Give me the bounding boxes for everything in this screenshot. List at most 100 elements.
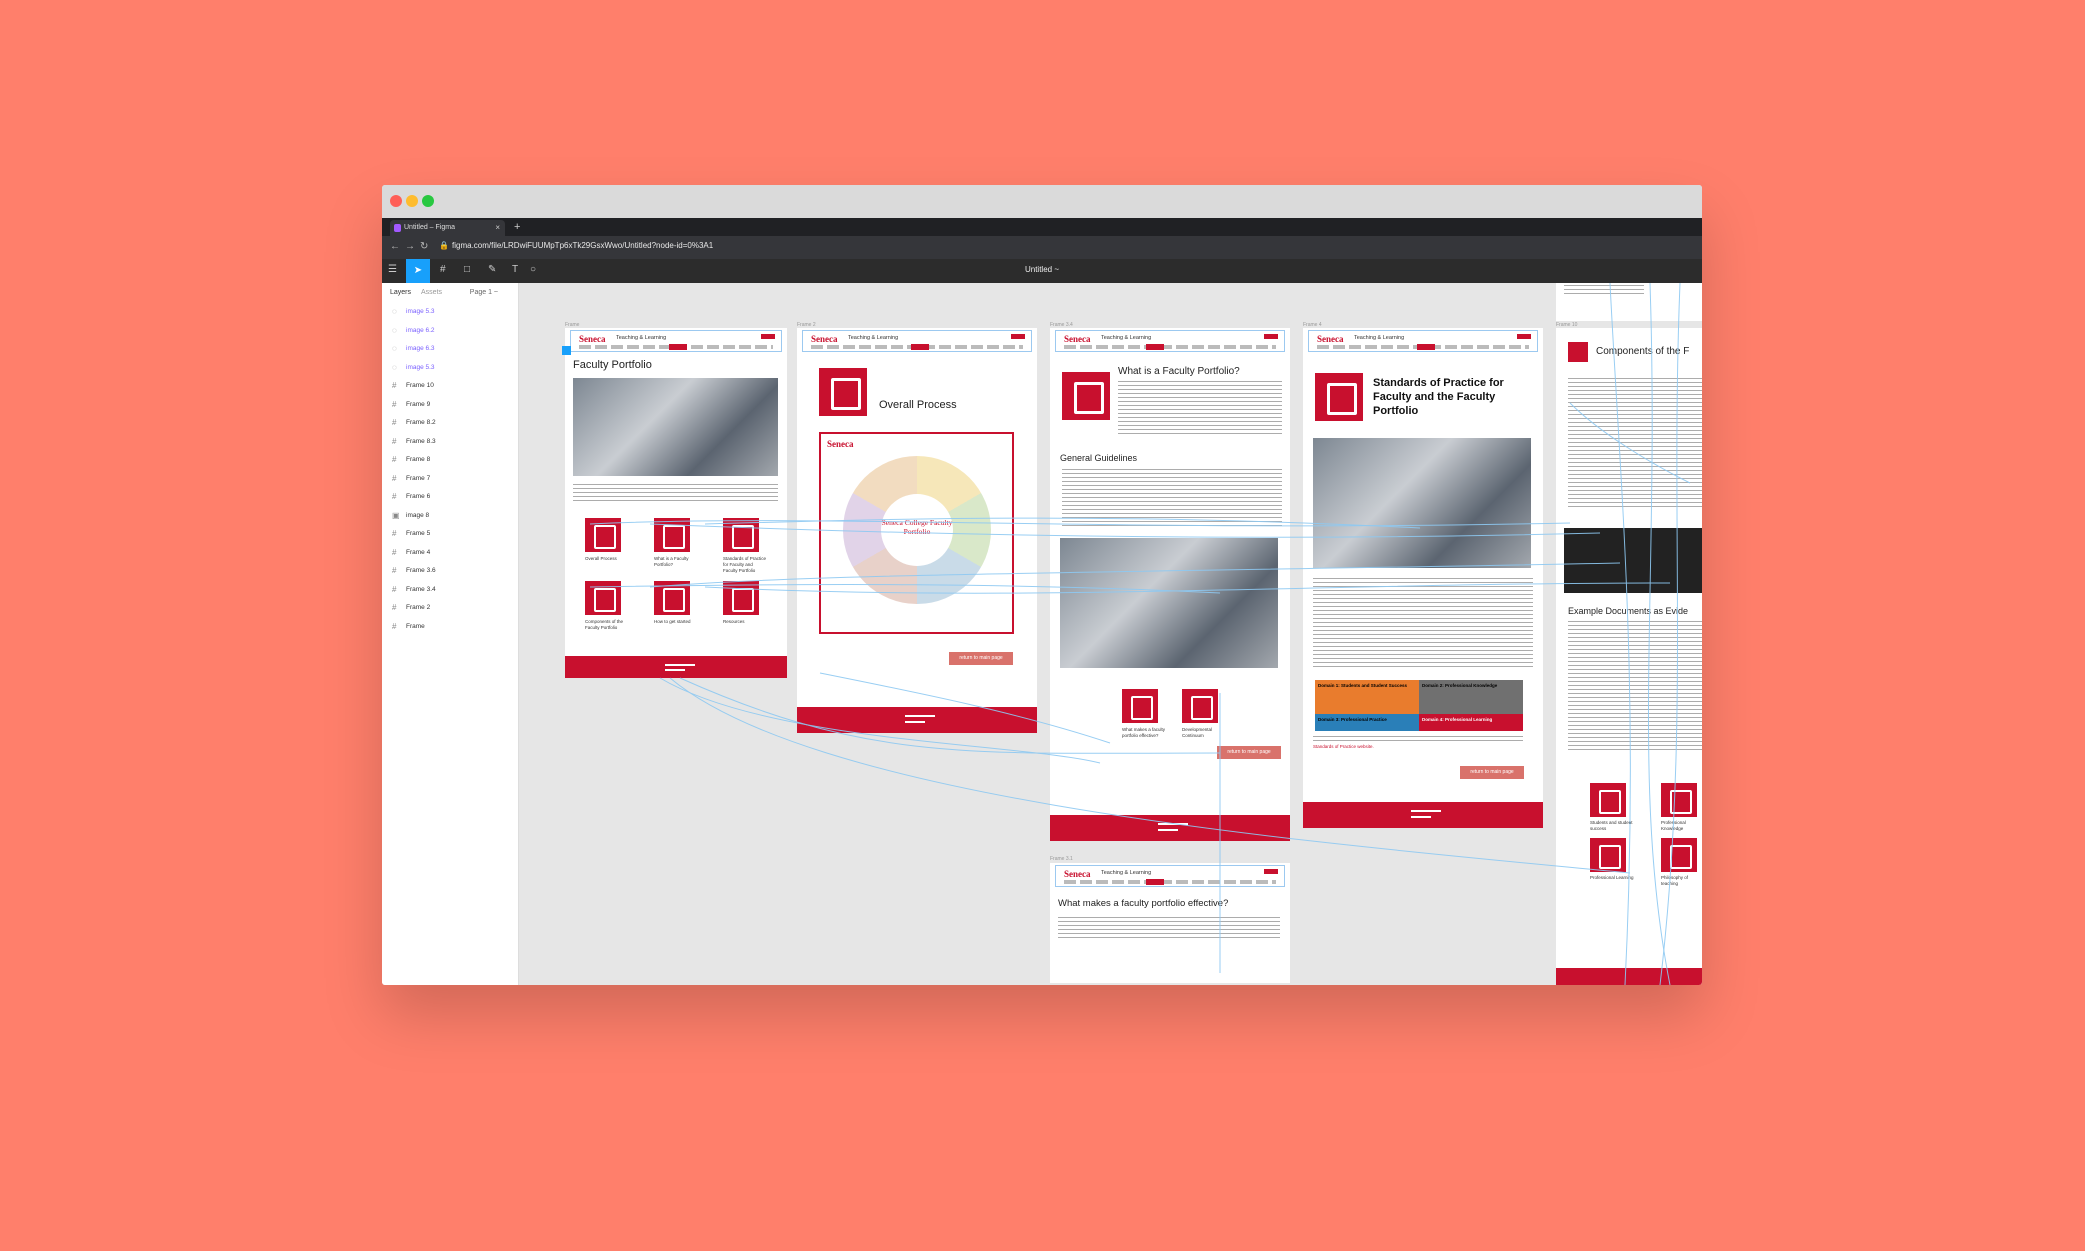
components-icon[interactable]: [585, 581, 621, 615]
graduation-cap-icon[interactable]: [1590, 838, 1626, 872]
standards-link[interactable]: Standards of Practice website.: [1313, 744, 1433, 750]
layer-item[interactable]: # Frame 8.2: [382, 414, 518, 433]
page-selector[interactable]: Page 1 ~: [470, 289, 498, 296]
layer-name: Frame 8.2: [406, 419, 436, 426]
meeting-photo: [1060, 538, 1278, 668]
students-icon[interactable]: [1590, 783, 1626, 817]
minimize-window-button[interactable]: [406, 195, 418, 207]
return-button[interactable]: return to main page: [1460, 766, 1524, 779]
portfolio-icon: [1062, 372, 1110, 420]
layer-item[interactable]: # Frame 4: [382, 544, 518, 563]
layer-item[interactable]: ◌ image 5.3: [382, 303, 518, 322]
layer-item[interactable]: ◌ image 6.3: [382, 340, 518, 359]
layer-item[interactable]: # Frame 6: [382, 488, 518, 507]
header-button: [1517, 334, 1531, 339]
close-tab-icon[interactable]: ×: [495, 220, 500, 236]
frame-components[interactable]: Components of the F Example Documents as…: [1556, 328, 1702, 985]
image-layer-icon: ◌: [392, 344, 397, 353]
graduation-cap-icon[interactable]: [723, 518, 759, 552]
site-title: Teaching & Learning: [1354, 335, 1405, 341]
layer-name: Frame 5: [406, 530, 431, 537]
layer-item[interactable]: ▣ image 8: [382, 507, 518, 526]
site-title: Teaching & Learning: [616, 335, 667, 341]
new-tab-button[interactable]: +: [514, 218, 520, 236]
document-title[interactable]: Untitled ~: [382, 265, 1702, 274]
back-icon[interactable]: ←: [390, 241, 400, 252]
layer-list: ◌ image 5.3 ◌ image 6.2 ◌ image 6.3 ◌ image 5.3…: [382, 303, 518, 636]
layer-item[interactable]: ◌ image 6.2: [382, 322, 518, 341]
site-title: Teaching & Learning: [848, 335, 899, 341]
page-title: Standards of Practice for Faculty and th…: [1373, 377, 1504, 417]
layer-name: Frame 10: [406, 382, 434, 389]
layer-item[interactable]: # Frame 8: [382, 451, 518, 470]
layer-item[interactable]: # Frame 10: [382, 377, 518, 396]
portfolio-icon[interactable]: [654, 518, 690, 552]
domain-3: Domain 3: Professional Practice: [1315, 714, 1419, 731]
layer-item[interactable]: # Frame 7: [382, 470, 518, 489]
get-started-icon[interactable]: [654, 581, 690, 615]
layer-item[interactable]: # Frame 8.3: [382, 433, 518, 452]
knowledge-icon[interactable]: [1661, 783, 1697, 817]
frame-what-is-portfolio[interactable]: Seneca Teaching & Learning What is a Facu…: [1050, 328, 1290, 841]
target-icon[interactable]: [1122, 689, 1158, 723]
layer-name: image 6.2: [406, 326, 435, 334]
header-button: [1011, 334, 1025, 339]
active-nav-item: [669, 344, 687, 350]
figma-canvas[interactable]: Frame Seneca Teaching & Learning Faculty …: [520, 283, 1702, 985]
tab-title: Untitled – Figma: [404, 224, 455, 231]
graduation-cap-icon[interactable]: [1182, 689, 1218, 723]
maximize-window-button[interactable]: [422, 195, 434, 207]
layer-name: Frame 8.3: [406, 437, 436, 445]
site-header: Seneca Teaching & Learning: [1308, 330, 1538, 352]
icon-caption: Professional Learning: [1590, 875, 1634, 880]
example-documents-list: [1568, 621, 1702, 751]
frame-layer-icon: #: [392, 436, 397, 446]
url-field[interactable]: figma.com/file/LRDwiFUUMpTp6xTk29GsxWwo/…: [452, 241, 713, 250]
layer-name: Frame 6: [406, 493, 431, 500]
layers-tab[interactable]: Layers: [390, 289, 411, 296]
site-header: Seneca Teaching & Learning: [570, 330, 782, 352]
layer-name: Frame 8: [406, 456, 431, 463]
reload-icon[interactable]: ↻: [420, 241, 428, 252]
image-layer-icon: ◌: [392, 362, 397, 372]
layer-item[interactable]: # Frame 3.6: [382, 562, 518, 581]
active-nav-item: [1146, 344, 1164, 350]
frame-layer-icon: #: [392, 584, 397, 594]
page-title: Components of the F: [1596, 346, 1690, 357]
frame-effective-portfolio[interactable]: Seneca Teaching & Learning What makes a f…: [1050, 863, 1290, 983]
forward-icon[interactable]: →: [405, 241, 415, 252]
site-nav: [1064, 880, 1276, 884]
overall-process-icon[interactable]: [585, 518, 621, 552]
workshop-photo: [1313, 438, 1531, 568]
assets-tab[interactable]: Assets: [421, 289, 442, 296]
frame-faculty-portfolio[interactable]: Seneca Teaching & Learning Faculty Portfo…: [565, 328, 787, 678]
site-footer: [797, 707, 1037, 733]
frame-overall-process[interactable]: Seneca Teaching & Learning Overall Proces…: [797, 328, 1037, 733]
frame-standards-of-practice[interactable]: Seneca Teaching & Learning Standards of P…: [1303, 328, 1543, 828]
layer-item[interactable]: # Frame 3.4: [382, 581, 518, 600]
site-header: Seneca Teaching & Learning: [1055, 865, 1285, 887]
layer-item[interactable]: # Frame 9: [382, 396, 518, 415]
layer-name: image 5.3: [406, 308, 435, 315]
layer-item[interactable]: ◌ image 5.3: [382, 359, 518, 378]
active-nav-item: [911, 344, 929, 350]
page-title: Faculty Portfolio: [573, 359, 652, 371]
guidelines-list: [1062, 469, 1282, 529]
section-heading: General Guidelines: [1060, 453, 1138, 463]
layer-item[interactable]: # Frame 2: [382, 599, 518, 618]
prototype-start-icon[interactable]: [562, 346, 571, 355]
active-nav-item: [1417, 344, 1435, 350]
frame-top-snippet[interactable]: [1556, 283, 1702, 321]
components-list: [1568, 378, 1702, 508]
return-button[interactable]: return to main page: [1217, 746, 1281, 759]
layer-item[interactable]: # Frame 5: [382, 525, 518, 544]
browser-tab[interactable]: Untitled – Figma ×: [390, 220, 505, 236]
icon-caption: Professional Knowledge: [1661, 820, 1686, 831]
components-icon: [1568, 342, 1588, 362]
layer-item[interactable]: # Frame: [382, 618, 518, 637]
icon-caption: Students and student success: [1590, 820, 1633, 831]
return-button[interactable]: return to main page: [949, 652, 1013, 665]
resources-icon[interactable]: [723, 581, 759, 615]
close-window-button[interactable]: [390, 195, 402, 207]
target-icon[interactable]: [1661, 838, 1697, 872]
